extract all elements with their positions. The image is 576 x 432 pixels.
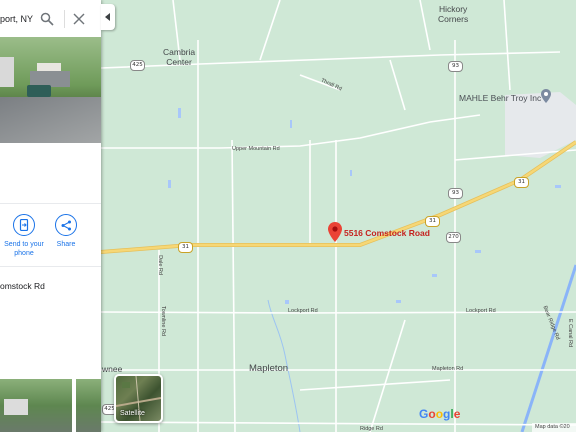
road-label-east-canal: E Canal Rd — [567, 318, 574, 348]
place-actions: Send to your phone Share — [0, 203, 101, 267]
road-label-lockport: Lockport Rd — [288, 308, 318, 314]
search-icon[interactable] — [40, 12, 54, 26]
place-side-panel: Send to yourphone Share omstock Rd — [0, 0, 101, 432]
share-button[interactable]: Share — [51, 214, 81, 249]
share-icon — [55, 214, 77, 236]
road-label-mapleton: Mapleton Rd — [432, 366, 464, 372]
search-bar — [0, 0, 101, 38]
photo-thumbnails[interactable] — [0, 379, 101, 432]
town-label-mapleton: Mapleton — [249, 363, 289, 374]
route-shield-31: 31 — [425, 216, 440, 227]
thumbnail-gap — [72, 379, 76, 432]
town-label-cambria-center: Cambria Center — [163, 47, 196, 67]
phone-send-icon — [13, 214, 35, 236]
poi-label-mahle[interactable]: MAHLE Behr Troy Inc — [459, 93, 541, 103]
road-label-lockport-east: Lockport Rd — [466, 308, 496, 314]
road-label-townline: Townline Rd — [159, 306, 166, 336]
photo-truck — [27, 85, 51, 97]
close-icon[interactable] — [73, 13, 85, 25]
road-label-ridge: Ridge Rd — [360, 426, 383, 432]
town-label-pawnee: wnee — [102, 364, 123, 374]
send-to-phone-label: Send to your phone — [4, 241, 44, 257]
thumbnail-house — [4, 399, 28, 415]
route-shield-93: 93 — [448, 188, 463, 199]
collapse-panel-button[interactable] — [101, 4, 115, 30]
satellite-toggle-button[interactable]: Satellite — [114, 374, 163, 423]
place-address[interactable]: omstock Rd — [0, 281, 45, 291]
photo-driveway — [0, 97, 101, 143]
photo-house — [0, 57, 14, 87]
search-input[interactable] — [0, 11, 34, 27]
road-label-upper-mountain: Upper Mountain Rd — [232, 146, 280, 152]
route-shield-31: 31 — [178, 242, 193, 253]
search-divider — [64, 10, 65, 28]
google-logo: Google — [419, 407, 461, 421]
chevron-left-icon — [105, 13, 110, 21]
route-shield-31: 31 — [514, 177, 529, 188]
route-shield-425: 425 — [130, 60, 145, 71]
route-shield-93: 93 — [448, 61, 463, 72]
send-to-phone-button[interactable]: Send to your phone — [2, 214, 46, 258]
location-marker-icon[interactable] — [328, 222, 342, 242]
street-view-photo[interactable] — [0, 37, 101, 143]
route-shield-270: 270 — [446, 232, 461, 243]
share-label: Share — [56, 241, 76, 248]
poi-pin-icon[interactable] — [541, 89, 551, 103]
map-attribution[interactable]: Map data ©20 — [532, 423, 576, 432]
marker-label[interactable]: 5516 Comstock Road — [344, 228, 430, 238]
satellite-label: Satellite — [120, 410, 145, 417]
road-label-dale: Dale Rd — [156, 255, 163, 275]
town-label-hickory-corners: Hickory Corners — [438, 4, 469, 24]
